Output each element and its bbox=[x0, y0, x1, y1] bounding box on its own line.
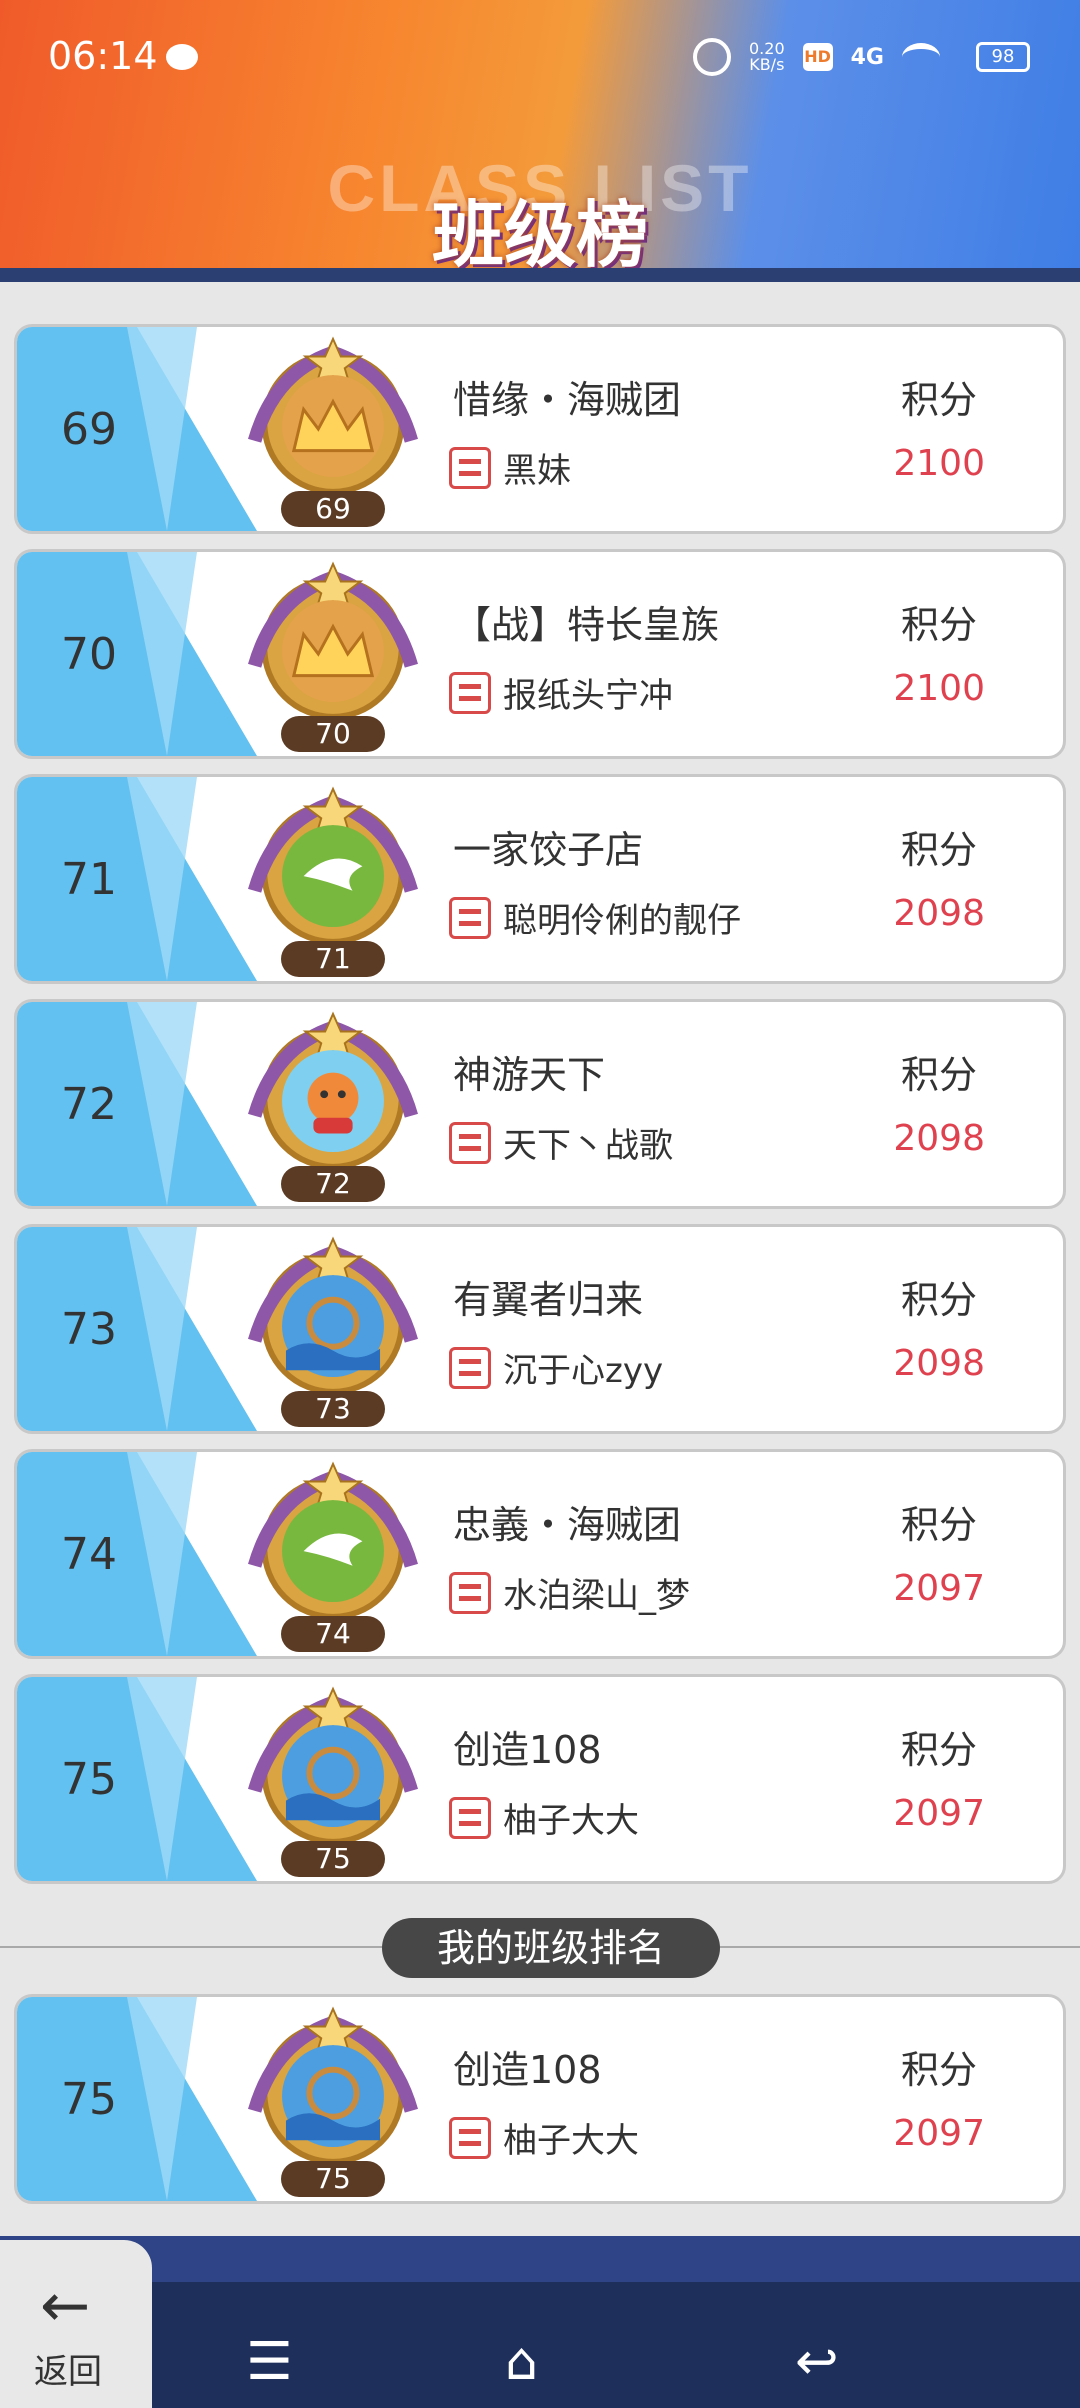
bottom-bar bbox=[0, 2236, 1080, 2408]
class-badge-icon: 70 bbox=[235, 558, 431, 754]
header: 06:14 0.20 KB/s HD 4G 98 CLASS LIST 班级榜 bbox=[0, 0, 1080, 282]
class-name: 一家饺子店 bbox=[453, 828, 644, 872]
badge-level: 71 bbox=[281, 941, 385, 977]
battery-icon: 98 bbox=[976, 42, 1030, 72]
score-value: 2098 bbox=[893, 1118, 985, 1159]
my-class-card[interactable]: 75 75 创造108 柚子大大 积分 2097 bbox=[14, 1994, 1066, 2204]
chat-bubble-icon bbox=[166, 44, 198, 70]
score-value: 2097 bbox=[893, 2113, 985, 2154]
badge-level: 75 bbox=[281, 2161, 385, 2197]
menu-icon[interactable]: ☰ bbox=[246, 2336, 293, 2388]
class-name: 【战】特长皇族 bbox=[453, 603, 720, 647]
rank-number: 70 bbox=[61, 628, 117, 680]
rank-number: 71 bbox=[61, 853, 117, 905]
leader-icon bbox=[449, 672, 491, 714]
back-icon[interactable]: ↩ bbox=[795, 2336, 839, 2388]
net-speed: 0.20 KB/s bbox=[749, 41, 785, 73]
class-row[interactable]: 75 75 创造108 柚子大大 积分 2097 bbox=[14, 1674, 1066, 1884]
rank-number: 75 bbox=[61, 2073, 117, 2125]
status-icons: 0.20 KB/s HD 4G 98 bbox=[693, 38, 1030, 76]
score-label: 积分 bbox=[900, 1503, 977, 1547]
leader-name: 报纸头宁冲 bbox=[503, 676, 673, 716]
class-name: 创造108 bbox=[453, 2048, 602, 2092]
score-value: 2098 bbox=[893, 1343, 985, 1384]
score-label: 积分 bbox=[900, 378, 977, 422]
class-badge-icon: 72 bbox=[235, 1008, 431, 1204]
leader-name: 聪明伶俐的靓仔 bbox=[503, 901, 741, 941]
leader-icon bbox=[449, 1122, 491, 1164]
back-button[interactable]: ← 返回 bbox=[0, 2240, 152, 2408]
class-badge-icon: 75 bbox=[235, 1683, 431, 1879]
leader-name: 沉于心zyy bbox=[503, 1351, 664, 1391]
leader-icon bbox=[449, 1797, 491, 1839]
badge-level: 70 bbox=[281, 716, 385, 752]
score-label: 积分 bbox=[900, 1728, 977, 1772]
score-label: 积分 bbox=[900, 603, 977, 647]
leader-icon bbox=[449, 1347, 491, 1389]
badge-level: 75 bbox=[281, 1841, 385, 1877]
class-name: 有翼者归来 bbox=[453, 1278, 644, 1322]
net-speed-unit: KB/s bbox=[749, 55, 785, 74]
my-rank-title: 我的班级排名 bbox=[382, 1918, 720, 1978]
signal-4g: 4G bbox=[850, 44, 884, 70]
score-label: 积分 bbox=[900, 1278, 977, 1322]
score-value: 2100 bbox=[893, 443, 985, 484]
class-list[interactable]: 69 69 惜缘・海贼团 黑妹 积分 2100 70 70 【战】特长皇族 报纸头宁冲 积分 2100… bbox=[0, 318, 1080, 1893]
badge-level: 69 bbox=[281, 491, 385, 527]
my-rank-header: 我的班级排名 bbox=[0, 1918, 1080, 1978]
leader-icon bbox=[449, 2117, 491, 2159]
alarm-icon bbox=[693, 38, 731, 76]
leader-name: 柚子大大 bbox=[503, 2121, 639, 2161]
leader-name: 天下丶战歌 bbox=[503, 1126, 673, 1166]
badge-level: 73 bbox=[281, 1391, 385, 1427]
class-badge-icon: 73 bbox=[235, 1233, 431, 1429]
rank-number: 75 bbox=[61, 1753, 117, 1805]
class-row[interactable]: 69 69 惜缘・海贼团黑妹 积分 2100 bbox=[14, 324, 1066, 534]
score-value: 2097 bbox=[893, 1568, 985, 1609]
badge-level: 74 bbox=[281, 1616, 385, 1652]
class-name: 惜缘・海贼团 bbox=[453, 378, 682, 422]
score-label: 积分 bbox=[900, 828, 977, 872]
home-icon[interactable]: ⌂ bbox=[505, 2336, 538, 2388]
status-time: 06:14 bbox=[48, 34, 158, 78]
leader-icon bbox=[449, 1572, 491, 1614]
class-row[interactable]: 70 70 【战】特长皇族报纸头宁冲 积分 2100 bbox=[14, 549, 1066, 759]
badge-level: 72 bbox=[281, 1166, 385, 1202]
leader-icon bbox=[449, 447, 491, 489]
class-badge-icon: 69 bbox=[235, 333, 431, 529]
leader-name: 黑妹 bbox=[503, 451, 571, 491]
class-name: 创造108 bbox=[453, 1728, 602, 1772]
leader-name: 柚子大大 bbox=[503, 1801, 639, 1841]
rank-number: 74 bbox=[61, 1528, 117, 1580]
class-badge-icon: 74 bbox=[235, 1458, 431, 1654]
arrow-left-icon: ← bbox=[40, 2271, 91, 2341]
score-value: 2098 bbox=[893, 893, 985, 934]
back-label: 返回 bbox=[34, 2352, 102, 2392]
rank-number: 72 bbox=[61, 1078, 117, 1130]
score-label: 积分 bbox=[900, 1053, 977, 1097]
leader-name: 水泊梁山_梦 bbox=[503, 1576, 690, 1616]
class-row[interactable]: 71 71 一家饺子店聪明伶俐的靓仔 积分 2098 bbox=[14, 774, 1066, 984]
rank-number: 69 bbox=[61, 403, 117, 455]
hd-badge: HD bbox=[802, 43, 833, 71]
leader-icon bbox=[449, 897, 491, 939]
class-row[interactable]: 73 73 有翼者归来沉于心zyy 积分 2098 bbox=[14, 1224, 1066, 1434]
class-name: 忠義・海贼团 bbox=[453, 1503, 682, 1547]
rank-number: 73 bbox=[61, 1303, 117, 1355]
class-name: 神游天下 bbox=[453, 1053, 606, 1097]
score-value: 2097 bbox=[893, 1793, 985, 1834]
class-badge-icon: 71 bbox=[235, 783, 431, 979]
score-value: 2100 bbox=[893, 668, 985, 709]
class-row[interactable]: 72 72 神游天下天下丶战歌 积分 2098 bbox=[14, 999, 1066, 1209]
class-row[interactable]: 74 74 忠義・海贼团水泊梁山_梦 积分 2097 bbox=[14, 1449, 1066, 1659]
wifi-icon bbox=[902, 43, 940, 71]
score-label: 积分 bbox=[900, 2048, 977, 2092]
class-badge-icon: 75 bbox=[235, 2003, 431, 2199]
page-title: 班级榜 bbox=[431, 193, 648, 277]
